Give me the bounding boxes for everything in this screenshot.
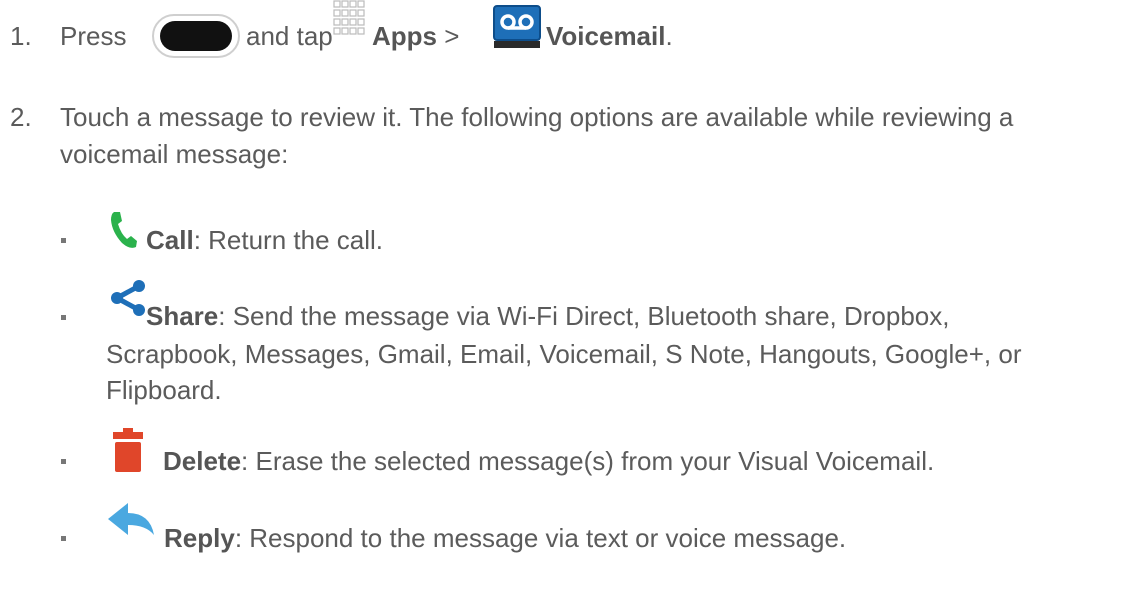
call-desc: : Return the call. — [193, 225, 383, 255]
reply-icon — [106, 501, 158, 550]
trash-icon — [112, 428, 144, 479]
bullet — [61, 536, 66, 541]
apps-bold: Apps — [372, 21, 437, 51]
voicemail-bold: Voicemail — [546, 21, 666, 51]
call-option: Call: Return the call. — [146, 222, 383, 258]
phone-icon — [108, 210, 138, 255]
period: . — [665, 21, 673, 51]
share-desc: : Send the message via Wi-Fi Direct, Blu… — [218, 301, 950, 331]
bullet — [61, 315, 66, 320]
reply-desc: : Respond to the message via text or voi… — [234, 523, 847, 553]
bullet — [61, 238, 66, 243]
step-2-line-1: Touch a message to review it. The follow… — [60, 102, 1014, 132]
share-label: Share — [146, 301, 219, 331]
separator: > — [444, 21, 460, 51]
and-tap-text: and tap — [246, 21, 333, 51]
share-line-2: Scrapbook, Messages, Gmail, Email, Voice… — [106, 339, 1022, 369]
share-line-3: Flipboard. — [106, 375, 222, 405]
share-option: Share: Send the message via Wi-Fi Direct… — [146, 298, 949, 334]
step-number: 1. — [10, 21, 32, 51]
press-text: Press — [60, 21, 127, 51]
bullet — [61, 459, 66, 464]
step-number: 2. — [10, 102, 32, 132]
reply-label: Reply — [164, 523, 235, 553]
delete-option: Delete: Erase the selected message(s) fr… — [163, 443, 934, 479]
step-2-line-2: voicemail message: — [60, 139, 289, 169]
delete-label: Delete — [163, 446, 242, 476]
home-button-icon — [152, 14, 240, 63]
delete-desc: : Erase the selected message(s) from you… — [241, 446, 935, 476]
voicemail-app-icon — [492, 4, 542, 55]
step-1-text: Press — [60, 18, 126, 54]
voicemail-label: Voicemail. — [546, 18, 673, 54]
apps-label: Apps > — [372, 18, 459, 54]
reply-option: Reply: Respond to the message via text o… — [164, 520, 846, 556]
apps-grid-icon — [333, 0, 367, 43]
call-label: Call — [146, 225, 194, 255]
share-icon — [108, 278, 148, 323]
